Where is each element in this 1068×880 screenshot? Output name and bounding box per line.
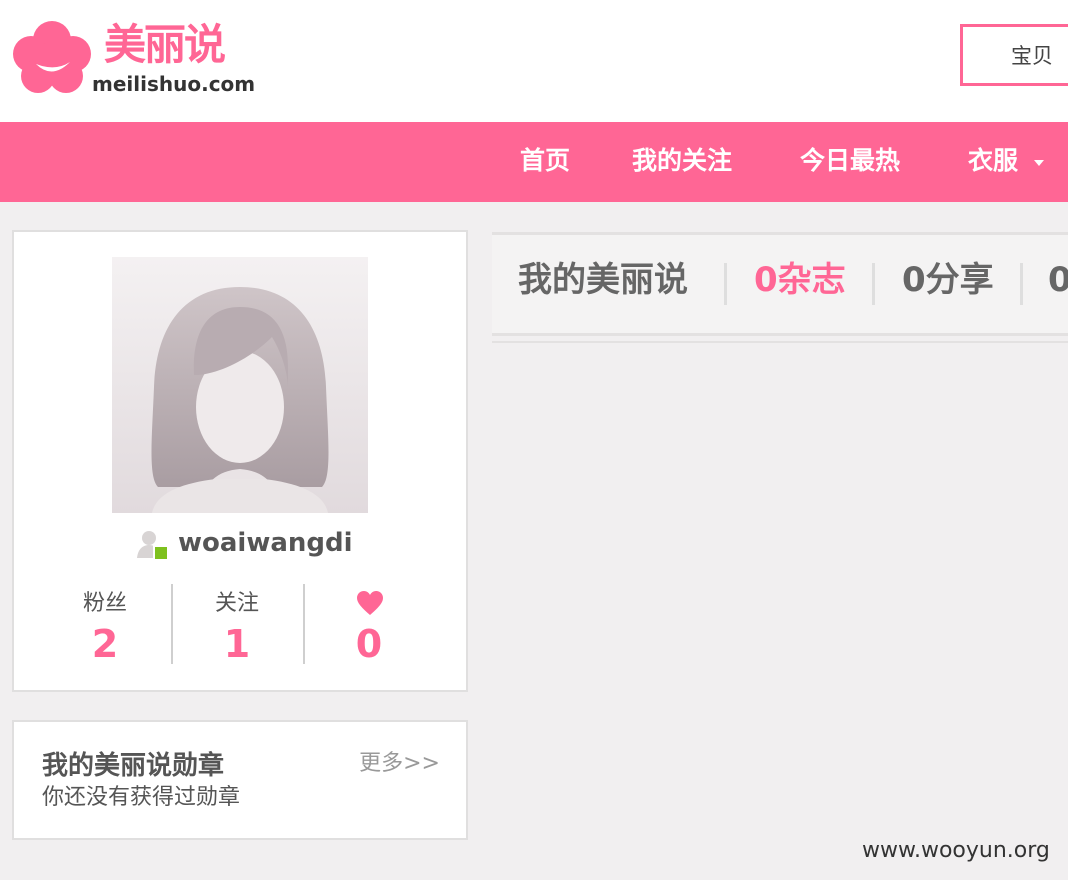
tab-my-meilishuo[interactable]: 我的美丽说: [518, 259, 688, 301]
tab-shares[interactable]: 0分享: [902, 259, 994, 301]
nav-item-clothes[interactable]: 衣服: [968, 146, 1018, 176]
logo-domain-text: meilishuo.com: [92, 72, 256, 96]
nav-item-home[interactable]: 首页: [520, 146, 570, 176]
tab-magazines[interactable]: 0杂志: [754, 259, 846, 301]
profile-card: woaiwangdi 粉丝 2 关注 1 0: [12, 230, 468, 692]
logo-chinese-text: 美丽说: [104, 20, 226, 69]
heart-icon: [357, 591, 383, 615]
tab-divider: [1020, 263, 1023, 305]
badge-empty-text: 你还没有获得过勋章: [42, 785, 241, 810]
tab-more[interactable]: 0: [1048, 259, 1068, 301]
nav-item-hot-today[interactable]: 今日最热: [800, 146, 900, 176]
site-header: 美丽说 meilishuo.com 宝贝: [0, 0, 1068, 122]
user-status-icon: [137, 531, 169, 561]
badge-card: 我的美丽说勋章 更多>> 你还没有获得过勋章: [12, 720, 468, 840]
fans-count[interactable]: 2: [40, 622, 170, 666]
badge-title: 我的美丽说勋章: [42, 751, 225, 781]
search-category-select[interactable]: 宝贝: [1011, 44, 1053, 68]
tab-divider: [872, 263, 875, 305]
site-logo[interactable]: 美丽说 meilishuo.com: [12, 18, 255, 98]
watermark: www.wooyun.org: [862, 838, 1050, 863]
main-nav: 首页 我的关注 今日最热 衣服: [0, 122, 1068, 202]
username[interactable]: woaiwangdi: [178, 528, 353, 558]
following-label: 关注: [214, 591, 259, 616]
flower-logo-icon: [13, 21, 91, 93]
tab-divider: [724, 263, 727, 305]
following-count[interactable]: 1: [172, 622, 302, 666]
profile-tabs: 我的美丽说 0杂志 0分享 0: [492, 232, 1068, 343]
chevron-down-icon[interactable]: [1034, 160, 1044, 166]
fans-label: 粉丝: [82, 591, 127, 616]
badge-more-link[interactable]: 更多>>: [359, 750, 440, 778]
nav-item-following[interactable]: 我的关注: [632, 146, 732, 176]
default-avatar[interactable]: [112, 257, 368, 513]
likes-count[interactable]: 0: [304, 622, 434, 666]
